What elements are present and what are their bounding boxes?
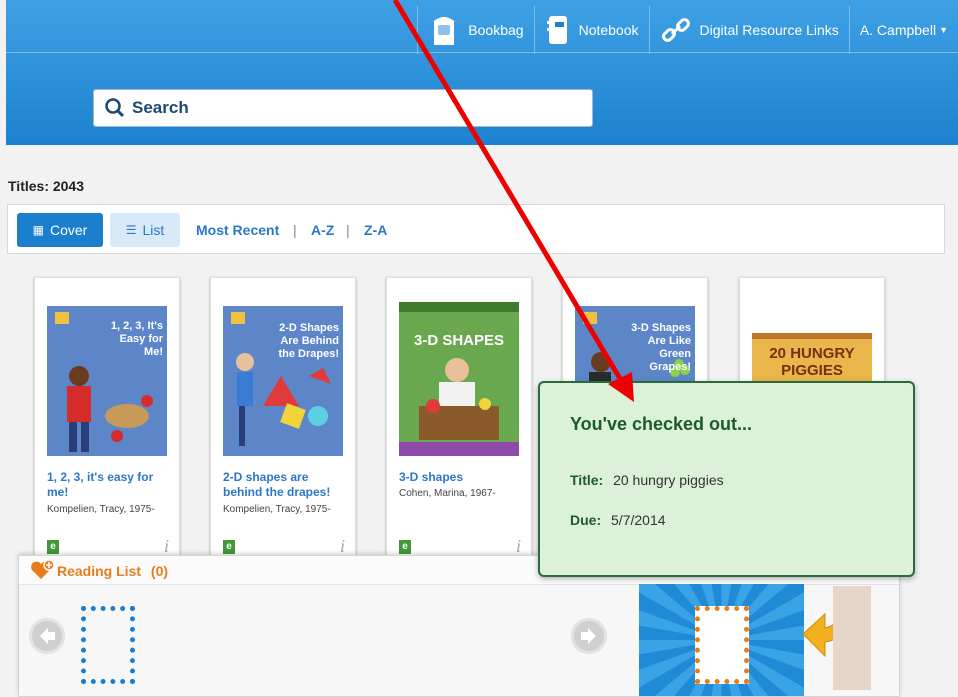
- book-card[interactable]: 3-D SHAPES 3-D shapes Cohen, Marina, 196…: [386, 277, 532, 577]
- cover-view-button[interactable]: ▦ Cover: [17, 213, 103, 247]
- popup-heading: You've checked out...: [570, 414, 752, 434]
- sort-separator: |: [346, 222, 350, 238]
- book-title[interactable]: 1, 2, 3, it's easy for me!: [47, 470, 171, 500]
- popup-title-value: 20 hungry piggies: [613, 472, 724, 488]
- reading-list-slot: [81, 606, 135, 684]
- nav-digital-resource-links[interactable]: Digital Resource Links: [648, 6, 849, 54]
- book-cover[interactable]: 1, 2, 3, It's Easy for Me!: [47, 306, 167, 456]
- top-nav: Bookbag Notebook Digital Resource Links …: [417, 6, 958, 54]
- list-icon: ☰: [125, 223, 137, 237]
- book-cover-art: [399, 302, 519, 456]
- user-name: A. Campbell: [859, 22, 937, 38]
- arrow-right-icon: [581, 628, 596, 644]
- reading-list-count: (0): [150, 563, 169, 579]
- nav-bookbag-label: Bookbag: [468, 22, 524, 38]
- reading-list-label[interactable]: Reading List (0): [57, 563, 168, 579]
- book-cover-text: 20 HUNGRY PIGGIES: [769, 345, 855, 379]
- sort-z-a[interactable]: Z-A: [364, 222, 387, 238]
- nav-divider: [6, 52, 958, 53]
- reading-list-title: Reading List: [57, 563, 142, 579]
- book-author: Cohen, Marina, 1967-: [399, 488, 496, 499]
- view-toolbar: ▦ Cover ☰ List Most Recent | A-Z | Z-A: [7, 204, 945, 254]
- list-view-button[interactable]: ☰ List: [110, 213, 180, 247]
- sort-a-z[interactable]: A-Z: [311, 222, 334, 238]
- list-label: List: [142, 222, 165, 238]
- book-cover[interactable]: 2-D Shapes Are Behind the Drapes!: [223, 306, 343, 456]
- cover-label: Cover: [49, 222, 88, 238]
- book-author: Kompelien, Tracy, 1975-: [47, 504, 155, 515]
- info-icon[interactable]: i: [516, 536, 521, 557]
- ebook-badge: e: [47, 540, 59, 554]
- popup-due-row: Due: 5/7/2014: [570, 512, 666, 528]
- nav-bookbag[interactable]: Bookbag: [417, 6, 533, 54]
- book-title[interactable]: 3-D shapes: [399, 470, 523, 485]
- nav-digital-links-label: Digital Resource Links: [699, 22, 839, 38]
- book-cover-text: 3-D Shapes Are Like Green Grapes!: [631, 322, 691, 373]
- nav-notebook[interactable]: Notebook: [533, 6, 649, 54]
- bookbag-icon: [434, 17, 455, 45]
- book-cover-text: 1, 2, 3, It's Easy for Me!: [110, 320, 163, 358]
- sort-separator: |: [293, 222, 297, 238]
- reading-list-drop-slot[interactable]: [695, 606, 749, 684]
- chevron-down-icon: ▼: [939, 25, 948, 35]
- book-author: Kompelien, Tracy, 1975-: [223, 504, 331, 515]
- reading-list-next-button[interactable]: [571, 618, 607, 654]
- info-icon[interactable]: i: [340, 536, 345, 557]
- popup-title-label: Title:: [570, 472, 604, 488]
- popup-due-value: 5/7/2014: [611, 512, 666, 528]
- search-icon: [105, 98, 125, 118]
- book-title[interactable]: 2-D shapes are behind the drapes!: [223, 470, 347, 500]
- book-cover[interactable]: 3-D SHAPES: [399, 302, 519, 456]
- arrow-left-icon: [40, 628, 55, 644]
- book-cover-text: 3-D SHAPES: [413, 332, 505, 349]
- ebook-badge: e: [399, 540, 411, 554]
- search-label: Search: [132, 98, 189, 117]
- link-icon: [661, 18, 690, 42]
- heart-add-icon: [31, 559, 55, 579]
- ebook-badge: e: [223, 540, 235, 554]
- nav-notebook-label: Notebook: [578, 22, 639, 38]
- book-card[interactable]: 2-D Shapes Are Behind the Drapes! 2-D sh…: [210, 277, 356, 577]
- header-bar: Bookbag Notebook Digital Resource Links …: [6, 0, 958, 145]
- search-input[interactable]: Search: [93, 89, 593, 127]
- book-thumbnail: [833, 586, 871, 690]
- popup-due-label: Due:: [570, 512, 602, 528]
- info-icon[interactable]: i: [164, 536, 169, 557]
- titles-count: Titles: 2043: [8, 178, 85, 194]
- reading-list-prev-button[interactable]: [29, 618, 65, 654]
- checkout-confirmation-popup: You've checked out... Title: 20 hungry p…: [538, 381, 915, 577]
- book-card[interactable]: 1, 2, 3, It's Easy for Me! 1, 2, 3, it's…: [34, 277, 180, 577]
- nav-user-menu[interactable]: A. Campbell ▼: [848, 6, 958, 54]
- popup-title-row: Title: 20 hungry piggies: [570, 472, 724, 488]
- notebook-icon: [546, 16, 567, 44]
- sort-most-recent[interactable]: Most Recent: [196, 222, 279, 238]
- book-cover-text: 2-D Shapes Are Behind the Drapes!: [278, 322, 339, 360]
- grid-icon: ▦: [32, 223, 44, 237]
